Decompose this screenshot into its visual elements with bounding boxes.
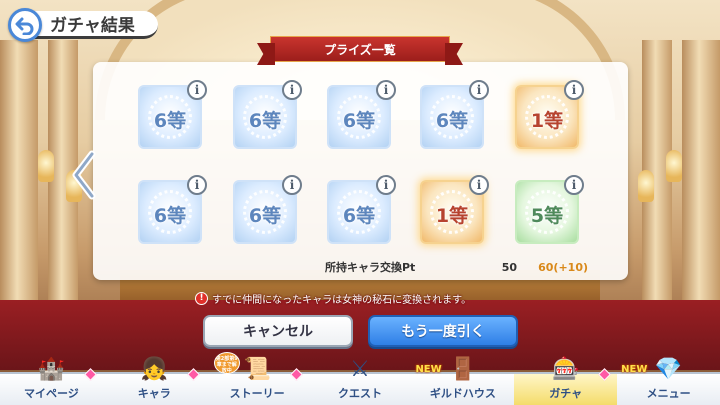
conversion-notice: ! すでに仲間になったキャラは女神の秘石に変換されます。 [195,290,535,306]
nav-item[interactable]: 🚪 NEW ギルドハウス [411,357,514,405]
wall-lamp-icon [638,170,654,202]
prize-rank: 6等 [153,205,187,227]
back-button[interactable] [8,8,42,42]
info-icon[interactable]: i [187,80,207,100]
new-badge: NEW [621,364,648,375]
info-icon[interactable]: i [376,175,396,195]
nav-item-label: ギルドハウス [429,387,496,400]
nav-item-label: ストーリー [229,387,285,400]
nav-item[interactable]: ⚔ クエスト [309,357,412,405]
prize-rank: 6等 [435,110,469,132]
alert-icon: ! [195,291,208,305]
draw-again-button[interactable]: もう一度引く [368,315,518,347]
sword-icon: ⚔ [350,356,370,382]
prize-rank: 6等 [342,110,376,132]
nav-item[interactable]: 💎 NEW メニュー [617,357,720,405]
story-progress-badge: 第2部第9章まで解放中 [213,352,240,374]
chevron-left-icon [72,150,96,200]
prize-rank: 5等 [530,205,564,227]
info-icon[interactable]: i [469,175,489,195]
exchange-points-row: 所持キャラ交換Pt 50 60(+10) [325,258,588,276]
prize-tile[interactable]: 6等 i [327,175,396,244]
page-title: ガチャ結果 [50,16,135,36]
info-icon[interactable]: i [564,175,584,195]
prize-rank: 1等 [435,205,469,227]
info-icon[interactable]: i [564,80,584,100]
nav-item-label: クエスト [338,387,382,400]
nav-item-label: マイページ [24,387,79,400]
page-title-bar: ガチャ結果 [28,11,158,39]
prize-rank: 6等 [342,205,376,227]
nav-item[interactable]: 📜 第2部第9章まで解放中ストーリー [206,352,309,405]
info-icon[interactable]: i [469,80,489,100]
bottom-navigation: 🏰 マイページ 👧 キャラ 📜 第2部第9章まで解放中ストーリー ⚔ クエスト 🚪 NEW ギルドハ… [0,352,720,405]
cancel-button[interactable]: キャンセル [203,315,353,347]
prize-tile[interactable]: 6等 i [327,80,396,149]
nav-item[interactable]: 👧 キャラ [103,357,206,405]
exchange-points-after: 60(+10) [538,260,588,274]
back-arrow-icon [15,17,34,35]
prize-tile[interactable]: 6等 i [233,80,302,149]
nav-item[interactable]: 🎰 ガチャ [514,357,618,405]
prize-tile[interactable]: 5等 i [515,175,584,244]
exchange-points-label: 所持キャラ交換Pt [325,261,416,274]
character-icon: 👧 [140,356,168,382]
info-icon[interactable]: i [376,80,396,100]
new-badge: NEW [415,364,442,375]
house-icon: 🚪 [449,356,477,382]
prize-rank: 6等 [248,205,282,227]
nav-item-label: キャラ [137,387,171,400]
wall-lamp-icon [666,150,682,182]
castle-icon: 🏰 [37,356,66,382]
prize-rank: 6等 [153,110,187,132]
prize-tile[interactable]: 6等 i [138,175,207,244]
info-icon[interactable]: i [187,175,207,195]
nav-item-label: メニュー [646,387,691,400]
prize-tile[interactable]: 6等 i [233,175,302,244]
prize-tile[interactable]: 1等 i [515,80,584,149]
wall-lamp-icon [38,150,54,182]
prize-list-ribbon: プライズ一覧 [270,36,450,62]
scroll-icon: 📜 [243,356,271,382]
background-column [682,40,720,330]
prize-tile[interactable]: 1等 i [420,175,489,244]
info-icon[interactable]: i [282,80,302,100]
prize-tile[interactable]: 6等 i [420,80,489,149]
exchange-points-current: 50 [501,260,517,274]
gacha-icon: 🎰 [552,356,580,382]
nav-item-label: ガチャ [549,387,583,400]
info-icon[interactable]: i [282,175,302,195]
nav-item[interactable]: 🏰 マイページ [0,357,103,405]
prize-tile[interactable]: 6等 i [138,80,207,149]
previous-page-button[interactable] [70,150,98,200]
notice-text: すでに仲間になったキャラは女神の秘石に変換されます。 [212,294,472,306]
prize-rank: 1等 [530,110,564,132]
background-column [0,40,38,330]
prize-rank: 6等 [248,110,282,132]
crystal-icon: 💎 [654,356,683,382]
